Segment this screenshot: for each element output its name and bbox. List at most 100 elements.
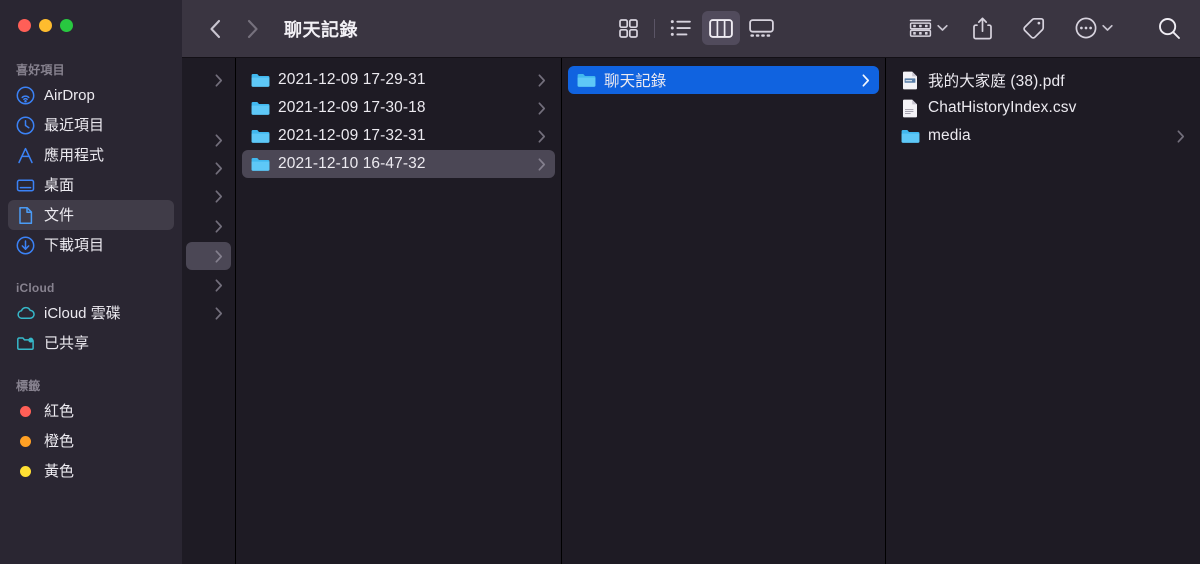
chevron-right-icon	[190, 133, 227, 147]
sidebar-item-label: 黃色	[44, 462, 75, 480]
icon-view-button[interactable]	[609, 11, 647, 45]
list-item[interactable]: 2021-12-09 17-29-31	[242, 66, 555, 94]
sidebar-item-label: 橙色	[44, 432, 75, 450]
sidebar-item-label: 最近項目	[44, 116, 105, 134]
sidebar-item-應用程式[interactable]: 應用程式	[8, 140, 174, 170]
list-view-button[interactable]	[662, 11, 700, 45]
chevron-right-icon	[537, 73, 547, 87]
sidebar-group: 喜好項目 AirDrop 最近項目應用程式 桌面文件下載項目	[0, 60, 182, 260]
list-item[interactable]: media	[892, 122, 1194, 150]
folder-icon	[250, 154, 270, 174]
pdf-file-icon	[900, 70, 920, 90]
navigation-buttons	[198, 12, 270, 46]
column-browser: 2021-12-09 17-29-31 2021-12-09 17-30-18 20…	[182, 58, 1200, 564]
list-item[interactable]	[186, 154, 231, 182]
sidebar-group-title: 標籤	[16, 379, 41, 393]
tag-dot	[20, 435, 31, 447]
item-name: 2021-12-10 16-47-32	[278, 155, 426, 172]
list-item[interactable]	[186, 66, 231, 94]
tag-dot-icon	[16, 402, 35, 421]
sidebar-item-文件[interactable]: 文件	[8, 200, 174, 230]
view-separator	[654, 18, 655, 38]
sidebar-item-airdrop[interactable]: AirDrop	[8, 80, 174, 110]
list-item[interactable]: 我的大家庭 (38).pdf	[892, 66, 1194, 94]
document-icon	[16, 206, 35, 225]
download-icon	[16, 236, 35, 255]
list-item[interactable]	[186, 182, 231, 210]
sidebar-item-最近項目[interactable]: 最近項目	[8, 110, 174, 140]
forward-button[interactable]	[236, 12, 270, 46]
sidebar-group: iCloud iCloud 雲碟已共享	[0, 278, 182, 358]
list-item[interactable]	[186, 242, 231, 270]
maximize-button[interactable]	[60, 19, 73, 32]
chevron-down-icon[interactable]	[1102, 24, 1113, 32]
list-item[interactable]: 聊天記錄	[568, 66, 879, 94]
sidebar-item-下載項目[interactable]: 下載項目	[8, 230, 174, 260]
share-button[interactable]	[966, 11, 999, 45]
sidebar-item-label: iCloud 雲碟	[44, 304, 121, 322]
item-name: 2021-12-09 17-29-31	[278, 71, 426, 88]
back-button[interactable]	[198, 12, 232, 46]
list-item[interactable]	[186, 299, 231, 327]
tag-dot	[20, 465, 31, 477]
item-name: 聊天記錄	[604, 73, 667, 90]
group-by-button[interactable]	[902, 11, 950, 45]
column-3[interactable]: 我的大家庭 (38).pdf ChatHistoryIndex.csv media	[886, 58, 1200, 564]
sidebar-item-label: 紅色	[44, 402, 75, 420]
list-item[interactable]: ChatHistoryIndex.csv	[892, 94, 1194, 122]
search-button[interactable]	[1151, 11, 1188, 45]
tag-button[interactable]	[1015, 11, 1052, 45]
tag-dot-icon	[16, 432, 35, 451]
column-view-button[interactable]	[702, 11, 740, 45]
sidebar-item-桌面[interactable]: 桌面	[8, 170, 174, 200]
list-item[interactable]	[186, 126, 231, 154]
chevron-right-icon	[190, 161, 227, 175]
sidebar-group-title: 喜好項目	[16, 63, 65, 77]
column-0[interactable]	[182, 58, 236, 564]
minimize-button[interactable]	[39, 19, 52, 32]
folder-icon	[250, 70, 270, 90]
item-name: 我的大家庭 (38).pdf	[928, 73, 1065, 90]
folder-icon	[250, 98, 270, 118]
chevron-right-icon	[190, 306, 227, 320]
chevron-down-icon[interactable]	[937, 24, 948, 32]
column-1[interactable]: 2021-12-09 17-29-31 2021-12-09 17-30-18 20…	[236, 58, 562, 564]
list-item[interactable]	[186, 96, 231, 124]
page-title: 聊天記錄	[284, 19, 358, 40]
sidebar-item-橙色[interactable]: 橙色	[8, 426, 174, 456]
sidebar-item-label: 文件	[44, 206, 75, 224]
airdrop-icon	[16, 86, 35, 105]
cloud-icon	[16, 304, 35, 323]
item-name: ChatHistoryIndex.csv	[928, 99, 1077, 116]
sidebar-item-已共享[interactable]: 已共享	[8, 328, 174, 358]
chevron-right-icon	[190, 189, 227, 203]
csv-file-icon	[900, 98, 920, 118]
sidebar-item-label: AirDrop	[44, 86, 95, 104]
sidebar-item-icloud-雲碟[interactable]: iCloud 雲碟	[8, 298, 174, 328]
shared-folder-icon	[16, 334, 35, 353]
sidebar-group-title: iCloud	[16, 281, 55, 295]
desktop-icon	[16, 176, 35, 195]
column-2[interactable]: 聊天記錄	[562, 58, 886, 564]
more-button[interactable]	[1068, 11, 1115, 45]
sidebar-list[interactable]: 喜好項目 AirDrop 最近項目應用程式 桌面文件下載項目 iCloud iCloud …	[0, 60, 182, 564]
list-item[interactable]: 2021-12-10 16-47-32	[242, 150, 555, 178]
sidebar-item-紅色[interactable]: 紅色	[8, 396, 174, 426]
list-item[interactable]: 2021-12-09 17-32-31	[242, 122, 555, 150]
tag-dot-icon	[16, 462, 35, 481]
sidebar-group-spacer	[0, 264, 182, 278]
item-name: media	[928, 127, 971, 144]
folder-icon	[250, 126, 270, 146]
clock-icon	[16, 116, 35, 135]
list-item[interactable]: 2021-12-09 17-30-18	[242, 94, 555, 122]
toolbar: 聊天記錄	[182, 0, 1200, 58]
list-item[interactable]	[186, 212, 231, 240]
sidebar-item-黃色[interactable]: 黃色	[8, 456, 174, 486]
sidebar: 喜好項目 AirDrop 最近項目應用程式 桌面文件下載項目 iCloud iCloud …	[0, 0, 182, 564]
close-button[interactable]	[18, 19, 31, 32]
gallery-view-button[interactable]	[742, 11, 780, 45]
list-item[interactable]	[186, 271, 231, 299]
finder-window: 喜好項目 AirDrop 最近項目應用程式 桌面文件下載項目 iCloud iCloud …	[0, 0, 1200, 564]
tag-dot	[20, 405, 31, 417]
sidebar-group: 標籤 紅色橙色黃色	[0, 376, 182, 486]
